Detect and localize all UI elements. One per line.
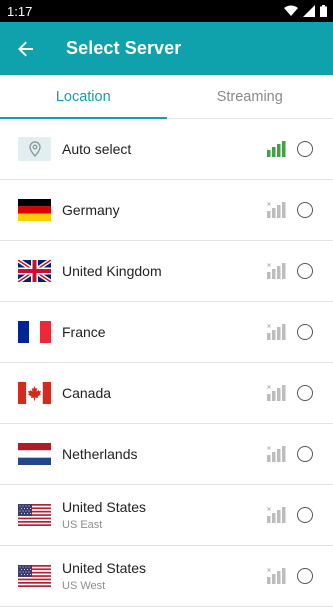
radio-button[interactable] [297,141,313,157]
flag-netherlands-icon [18,443,51,465]
server-name: Germany [62,202,267,218]
radio-button[interactable] [297,202,313,218]
flag-germany-icon [18,199,51,221]
server-row-united-kingdom[interactable]: United Kingdom [0,241,333,302]
back-button[interactable] [14,37,38,61]
radio-button[interactable] [297,568,313,584]
server-names: United States US West [62,560,267,592]
server-names: United States US East [62,499,267,531]
signal-unknown-icon [267,324,287,340]
server-name: United States [62,499,267,515]
server-name: Canada [62,385,267,401]
battery-icon [320,5,327,17]
server-names: France [62,324,267,340]
status-icons [284,5,327,17]
flag-france-icon [18,321,51,343]
signal-unknown-icon [267,202,287,218]
server-name: United States [62,560,267,576]
arrow-back-icon [18,41,34,57]
radio-button[interactable] [297,446,313,462]
server-row-france[interactable]: France [0,302,333,363]
status-bar: 1:17 [0,0,333,22]
server-row-germany[interactable]: Germany [0,180,333,241]
server-region: US East [62,519,267,531]
flag-united-states-icon [18,504,51,526]
server-row-canada[interactable]: Canada [0,363,333,424]
server-names: Netherlands [62,446,267,462]
tab-streaming[interactable]: Streaming [167,75,333,118]
server-row-netherlands[interactable]: Netherlands [0,424,333,485]
status-time: 1:17 [7,4,32,19]
server-names: United Kingdom [62,263,267,279]
flag-canada-icon [18,382,51,404]
signal-unknown-icon [267,507,287,523]
server-row-united-states-east[interactable]: United States US East [0,485,333,546]
wifi-icon [284,5,298,17]
radio-button[interactable] [297,263,313,279]
signal-unknown-icon [267,263,287,279]
server-name: Auto select [62,141,267,157]
server-names: Auto select [62,141,267,157]
server-name: United Kingdom [62,263,267,279]
cell-signal-icon [303,5,315,17]
flag-united-states-icon [18,565,51,587]
signal-unknown-icon [267,385,287,401]
flag-united-kingdom-icon [18,260,51,282]
app-bar: Select Server [0,22,333,75]
location-pin-icon [18,137,51,161]
server-row-auto-select[interactable]: Auto select [0,119,333,180]
signal-unknown-icon [267,568,287,584]
server-list: Auto select Germany [0,119,333,607]
server-region: US West [62,580,267,592]
server-name: France [62,324,267,340]
radio-button[interactable] [297,324,313,340]
server-names: Germany [62,202,267,218]
server-names: Canada [62,385,267,401]
signal-unknown-icon [267,446,287,462]
radio-button[interactable] [297,507,313,523]
radio-button[interactable] [297,385,313,401]
signal-strong-icon [267,141,287,157]
server-row-united-states-west[interactable]: United States US West [0,546,333,607]
server-name: Netherlands [62,446,267,462]
tab-bar: Location Streaming [0,75,333,119]
page-title: Select Server [66,38,181,59]
tab-location[interactable]: Location [0,75,167,118]
